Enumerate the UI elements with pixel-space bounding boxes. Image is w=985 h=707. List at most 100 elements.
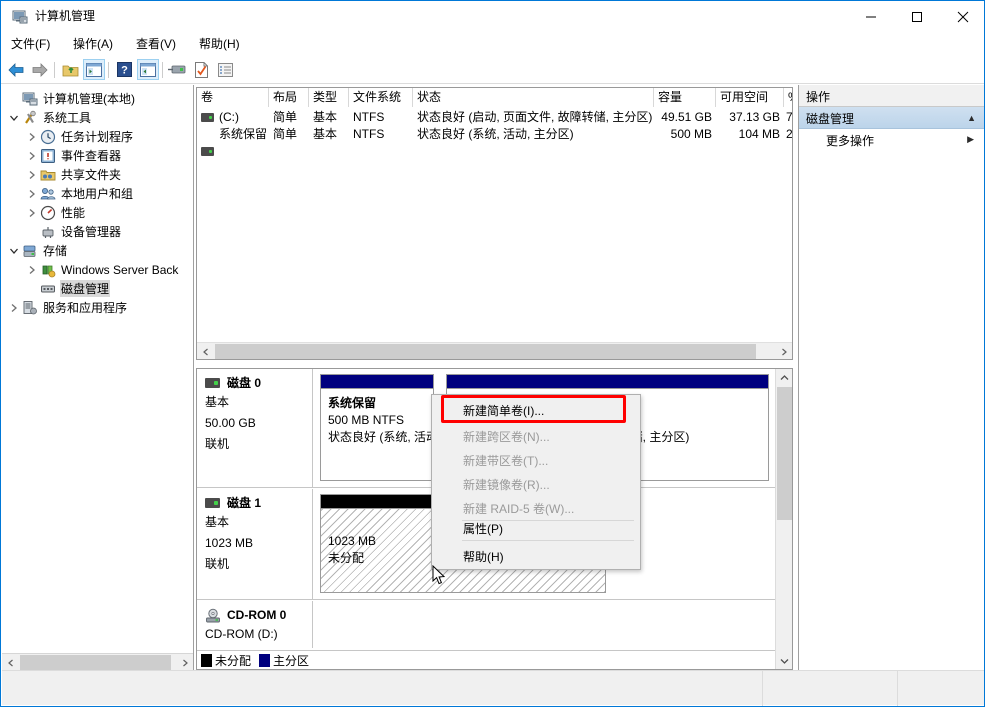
table-row[interactable]: 系统保留 简单 基本 NTFS 状态良好 (系统, 活动, 主分区) 500 M… [197, 126, 793, 156]
menu-view[interactable]: 查看(V) [132, 35, 180, 53]
toolbar: ? [1, 55, 984, 84]
check-document-icon[interactable] [190, 59, 212, 80]
col-volume[interactable]: 卷 [197, 88, 269, 107]
tree-item-computer-management[interactable]: 计算机管理(本地) [6, 89, 136, 108]
actions-item-label: 更多操作 [826, 134, 875, 148]
col-status[interactable]: 状态 [413, 88, 654, 107]
col-filesystem[interactable]: 文件系统 [349, 88, 413, 107]
cell-freespace: 37.13 GB [729, 110, 780, 124]
partition-body: 系统保留 500 MB NTFS 状态良好 (系统, 活动, 主分区) [321, 388, 485, 480]
cell-percent: 2 [786, 127, 793, 141]
partition-box[interactable]: 系统保留 500 MB NTFS 状态良好 (系统, 活动, 主分区) [320, 374, 485, 481]
disk-type: CD-ROM (D:) [205, 627, 278, 641]
tree-item-local-users-groups[interactable]: 本地用户和组 [24, 184, 134, 203]
twisty-expanded-icon[interactable] [6, 110, 22, 126]
scroll-right-icon[interactable] [775, 343, 792, 359]
disk-info-0: 磁盘 0 基本 50.00 GB 联机 [197, 369, 313, 487]
ctx-help[interactable]: 帮助(H) [433, 543, 641, 568]
scroll-thumb[interactable] [20, 655, 171, 670]
chevron-up-icon[interactable]: ▲ [967, 113, 976, 123]
actions-group-disk-management[interactable]: 磁盘管理 ▲ [799, 107, 984, 129]
up-folder-icon[interactable] [59, 59, 81, 80]
tree-item-device-manager[interactable]: 设备管理器 [24, 222, 122, 241]
col-type[interactable]: 类型 [309, 88, 349, 107]
show-action-pane-icon[interactable] [137, 59, 159, 80]
tree-item-event-viewer[interactable]: 事件查看器 [24, 146, 122, 165]
performance-icon [40, 205, 56, 221]
scroll-up-icon[interactable] [776, 369, 792, 386]
twisty-collapsed-icon[interactable] [24, 167, 40, 183]
tree-label: 事件查看器 [61, 149, 122, 163]
tree-label: 系统工具 [43, 111, 92, 125]
tree-label: Windows Server Back [61, 262, 179, 277]
partition-system-reserved[interactable]: 系统保留 500 MB NTFS 状态良好 (系统, 活动, 主分区) [314, 369, 485, 487]
svg-text:?: ? [121, 65, 128, 77]
tree-horizontal-scrollbar[interactable] [2, 653, 193, 671]
tree-item-storage[interactable]: 存储 [6, 241, 68, 260]
twisty-collapsed-icon[interactable] [6, 300, 22, 316]
scroll-left-icon[interactable] [2, 654, 19, 671]
twisty-collapsed-icon[interactable] [24, 262, 40, 278]
cell-volume: 系统保留 [219, 127, 268, 141]
help-icon[interactable]: ? [113, 59, 135, 80]
forward-icon[interactable] [29, 59, 51, 80]
cell-layout: 简单 [273, 127, 298, 141]
status-separator-2 [897, 671, 898, 706]
legend-label: 主分区 [273, 653, 310, 668]
tree-label: 设备管理器 [61, 225, 122, 239]
scroll-down-icon[interactable] [776, 652, 792, 669]
twisty-expanded-icon[interactable] [6, 243, 22, 259]
maximize-button[interactable] [894, 1, 940, 32]
col-percent[interactable]: % [784, 88, 792, 107]
volume-list-horizontal-scrollbar[interactable] [197, 342, 792, 359]
menu-help[interactable]: 帮助(H) [195, 35, 244, 53]
twisty-collapsed-icon[interactable] [24, 186, 40, 202]
disk-management-icon [40, 281, 56, 297]
ctx-new-simple-volume[interactable]: 新建简单卷(I)... [433, 397, 641, 422]
twisty-collapsed-icon[interactable] [24, 129, 40, 145]
col-layout[interactable]: 布局 [269, 88, 309, 107]
disk-row-cdrom[interactable]: CD-ROM 0 CD-ROM (D:) [197, 601, 775, 648]
show-hide-tree-icon[interactable] [83, 59, 105, 80]
menu-file[interactable]: 文件(F) [7, 35, 54, 53]
tree-item-shared-folders[interactable]: 共享文件夹 [24, 165, 122, 184]
scroll-left-icon[interactable] [197, 343, 214, 359]
close-button[interactable] [940, 1, 984, 32]
disk-title: 磁盘 0 [227, 376, 262, 390]
tree-item-windows-server-backup[interactable]: Windows Server Back [24, 260, 179, 279]
list-icon[interactable] [214, 59, 236, 80]
tree-item-services-applications[interactable]: 服务和应用程序 [6, 298, 128, 317]
menu-action[interactable]: 操作(A) [69, 35, 117, 53]
computer-management-window: 计算机管理 文件(F) 操作(A) 查看(V) 帮助(H) ? 计算机管理(本地… [0, 0, 985, 707]
tree-item-system-tools[interactable]: 系统工具 [6, 108, 92, 127]
back-icon[interactable] [5, 59, 27, 80]
cell-status: 状态良好 (启动, 页面文件, 故障转储, 主分区) [417, 110, 653, 124]
submenu-arrow-icon[interactable]: ▶ [967, 134, 974, 145]
tree-item-disk-management[interactable]: 磁盘管理 [24, 279, 111, 298]
twisty-collapsed-icon[interactable] [24, 205, 40, 221]
disk-icon[interactable] [166, 59, 188, 80]
scroll-thumb[interactable] [215, 344, 756, 359]
ctx-properties[interactable]: 属性(P) [433, 515, 641, 540]
computer-icon [22, 91, 38, 107]
scroll-right-icon[interactable] [176, 654, 193, 671]
twisty-collapsed-icon[interactable] [24, 148, 40, 164]
col-capacity[interactable]: 容量 [654, 88, 716, 107]
window-title: 计算机管理 [35, 9, 96, 23]
legend-label: 未分配 [215, 653, 252, 668]
tree-item-performance[interactable]: 性能 [24, 203, 86, 222]
tree-item-task-scheduler[interactable]: 任务计划程序 [24, 127, 134, 146]
disk-state: 联机 [205, 437, 230, 451]
ctx-new-striped-volume: 新建带区卷(T)... [463, 454, 549, 468]
table-row[interactable]: (C:) 简单 基本 NTFS 状态良好 (启动, 页面文件, 故障转储, 主分… [197, 109, 792, 126]
disk-info-1: 磁盘 1 基本 1023 MB 联机 [197, 489, 313, 599]
disk-view-vertical-scrollbar[interactable] [775, 369, 792, 669]
minimize-button[interactable] [848, 1, 894, 32]
tree-label: 磁盘管理 [60, 280, 111, 297]
actions-item-more-actions[interactable]: 更多操作 ▶ [799, 129, 984, 151]
tree-label: 服务和应用程序 [43, 301, 128, 315]
col-freespace[interactable]: 可用空间 [716, 88, 784, 107]
scroll-thumb[interactable] [777, 387, 792, 520]
disk-legend: 未分配 主分区 [197, 650, 775, 669]
partition-name: 系统保留 [328, 396, 377, 410]
